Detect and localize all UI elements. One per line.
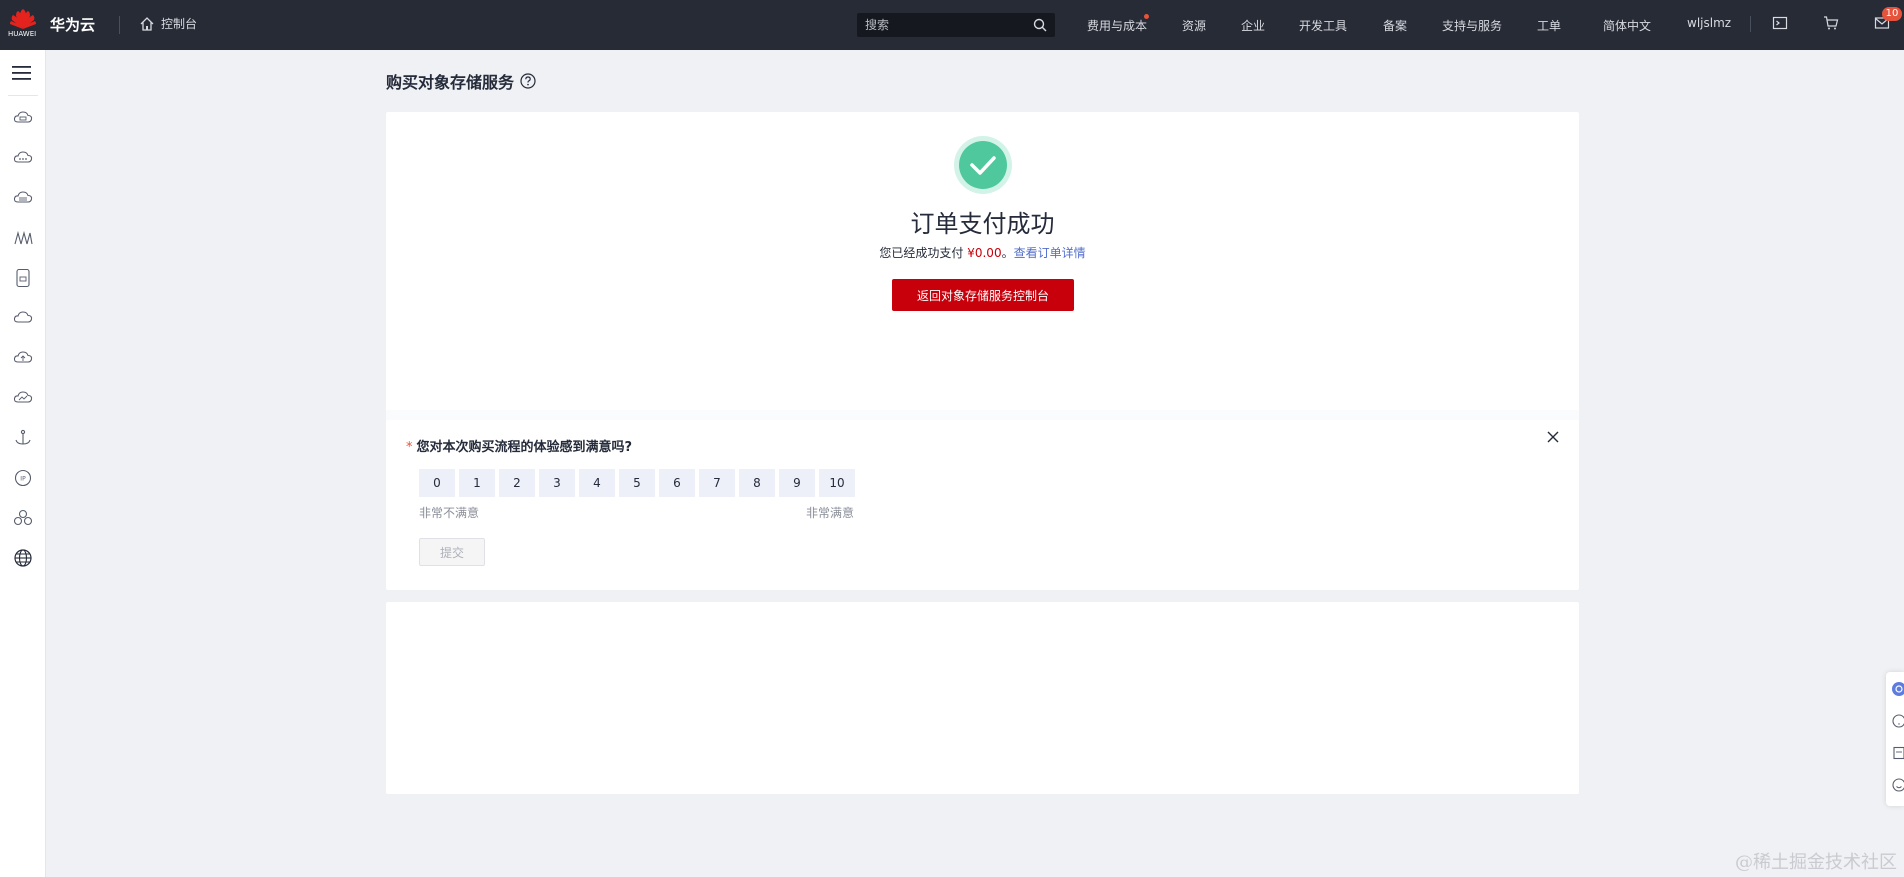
divider xyxy=(119,16,120,34)
score-option[interactable]: 3 xyxy=(539,469,575,497)
cloud-monitor-icon[interactable] xyxy=(12,387,34,409)
score-option[interactable]: 7 xyxy=(699,469,735,497)
menu-icon[interactable] xyxy=(11,64,33,82)
search-icon[interactable] xyxy=(1033,18,1047,32)
score-option[interactable]: 2 xyxy=(499,469,535,497)
console-link[interactable]: 控制台 xyxy=(139,15,197,32)
score-option[interactable]: 1 xyxy=(459,469,495,497)
terminal-icon[interactable] xyxy=(1772,15,1788,31)
cluster-icon[interactable] xyxy=(12,507,34,529)
database-icon[interactable] xyxy=(12,187,34,209)
nav-resources[interactable]: 资源 xyxy=(1182,17,1206,34)
brand-name[interactable]: 华为云 xyxy=(50,14,95,35)
search-box[interactable] xyxy=(857,13,1055,37)
nav-dev-tools[interactable]: 开发工具 xyxy=(1299,17,1347,34)
scale-high-label: 非常满意 xyxy=(806,506,855,520)
page-title: 购买对象存储服务 xyxy=(386,69,536,93)
order-result-card: 订单支付成功 您已经成功支付 ¥0.00。查看订单详情 返回对象存储服务控制台 … xyxy=(386,112,1579,590)
cart-icon[interactable] xyxy=(1823,15,1839,31)
cloud-server-icon[interactable] xyxy=(12,107,34,129)
watermark: @稀土掘金技术社区 xyxy=(1735,852,1897,873)
score-option[interactable]: 6 xyxy=(659,469,695,497)
globe-icon[interactable] xyxy=(12,547,34,569)
floating-toolbar xyxy=(1886,672,1904,806)
assistant-icon[interactable] xyxy=(1892,682,1904,696)
close-icon[interactable] xyxy=(1546,430,1560,444)
cloud-upload-icon[interactable] xyxy=(12,347,34,369)
score-option[interactable]: 5 xyxy=(619,469,655,497)
storage-icon[interactable] xyxy=(12,267,34,289)
desc-separator: 。 xyxy=(1001,246,1014,260)
ip-icon[interactable]: IP xyxy=(12,467,34,489)
document-icon[interactable] xyxy=(1892,746,1904,760)
nav-language[interactable]: 简体中文 xyxy=(1603,17,1651,34)
nav-support[interactable]: 支持与服务 xyxy=(1442,17,1502,34)
score-options: 0 1 2 3 4 5 6 7 8 9 10 xyxy=(419,469,855,497)
nav-filing[interactable]: 备案 xyxy=(1383,17,1407,34)
required-mark: * xyxy=(406,440,413,455)
logo-text: HUAWEI xyxy=(8,30,37,38)
nav-cost[interactable]: 费用与成本 xyxy=(1087,17,1147,34)
success-description: 您已经成功支付 ¥0.00。查看订单详情 xyxy=(386,244,1579,261)
nav-username[interactable]: wljslmz xyxy=(1687,16,1731,30)
divider xyxy=(1750,16,1751,32)
score-option[interactable]: 8 xyxy=(739,469,775,497)
recommendation-card xyxy=(386,602,1579,794)
left-sidebar: IP xyxy=(0,50,46,877)
order-detail-link[interactable]: 查看订单详情 xyxy=(1014,246,1086,260)
message-badge: 10 xyxy=(1882,7,1902,21)
nav-enterprise[interactable]: 企业 xyxy=(1241,17,1265,34)
back-to-console-button[interactable]: 返回对象存储服务控制台 xyxy=(892,279,1074,311)
console-label: 控制台 xyxy=(161,17,198,31)
divider xyxy=(8,95,38,96)
cloud-outline-icon[interactable] xyxy=(12,307,34,329)
nav-tickets[interactable]: 工单 xyxy=(1537,17,1561,34)
paid-amount: ¥0.00 xyxy=(967,246,1002,260)
score-option[interactable]: 9 xyxy=(779,469,815,497)
success-badge xyxy=(954,136,1012,194)
success-check-icon xyxy=(959,141,1007,189)
network-icon[interactable] xyxy=(12,227,34,249)
help-icon[interactable] xyxy=(520,73,536,89)
page-title-text: 购买对象存储服务 xyxy=(386,73,515,92)
search-input[interactable] xyxy=(865,18,1033,32)
divider xyxy=(386,410,1579,420)
survey-question: * 您对本次购买流程的体验感到满意吗? xyxy=(406,436,632,455)
feedback-icon[interactable] xyxy=(1892,778,1904,792)
survey-submit-button[interactable]: 提交 xyxy=(419,538,485,566)
scale-low-label: 非常不满意 xyxy=(419,506,480,520)
home-icon xyxy=(140,16,154,31)
score-option[interactable]: 0 xyxy=(419,469,455,497)
score-option[interactable]: 10 xyxy=(819,469,855,497)
help-icon[interactable] xyxy=(1892,714,1904,728)
desc-prefix: 您已经成功支付 xyxy=(879,246,968,260)
score-option[interactable]: 4 xyxy=(579,469,615,497)
cloud-icon[interactable] xyxy=(12,147,34,169)
survey-question-text: 您对本次购买流程的体验感到满意吗? xyxy=(416,440,633,455)
top-navigation-bar: HUAWEI 华为云 控制台 费用与成本 资源 企业 开发工具 备案 支持与服务… xyxy=(0,0,1904,50)
notification-dot xyxy=(1144,14,1149,19)
svg-text:IP: IP xyxy=(20,476,26,483)
success-title: 订单支付成功 xyxy=(910,210,1055,238)
anchor-icon[interactable] xyxy=(12,427,34,449)
